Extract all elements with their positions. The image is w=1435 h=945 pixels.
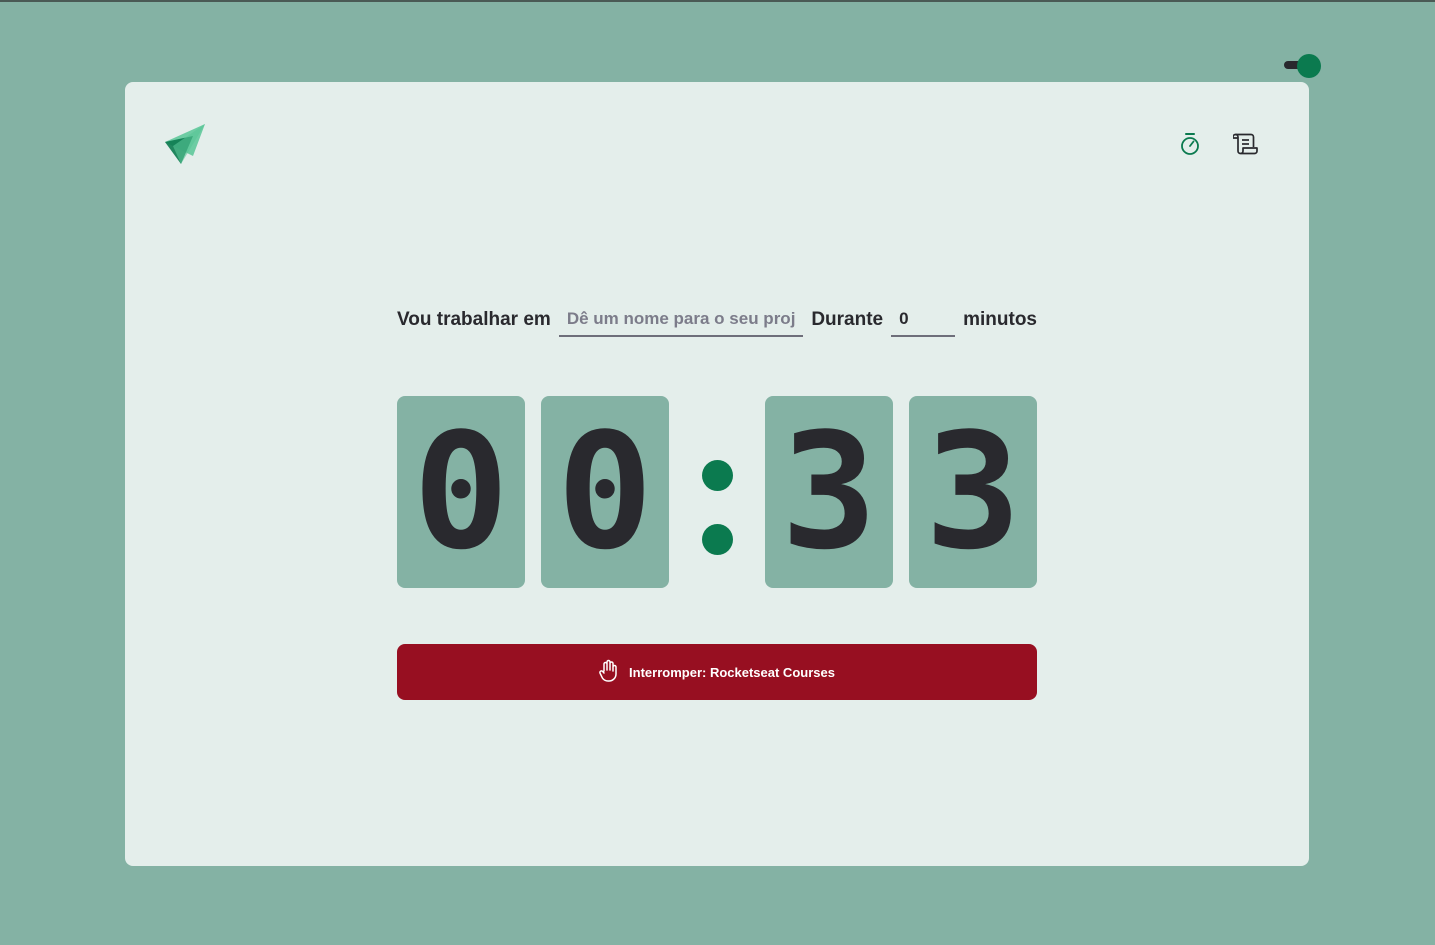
hand-palm-icon <box>599 659 619 686</box>
timer-icon <box>1179 132 1201 161</box>
nav-history-link[interactable] <box>1232 132 1259 161</box>
task-form: Vou trabalhar em Durante minutos <box>397 302 1037 338</box>
toggle-knob <box>1297 54 1321 78</box>
seconds-ones-digit: 3 <box>909 396 1037 588</box>
interrupt-button[interactable]: Interromper: Rocketseat Courses <box>397 644 1037 700</box>
minutes-suffix: minutos <box>963 309 1037 330</box>
nav <box>1177 132 1259 160</box>
countdown: 0 0 3 3 <box>397 396 1037 588</box>
app-card: Vou trabalhar em Durante minutos 0 0 3 3… <box>125 82 1309 866</box>
duration-label: Durante <box>811 309 884 330</box>
logo-icon <box>165 124 207 166</box>
task-input[interactable] <box>558 303 804 337</box>
interrupt-button-label: Interromper: Rocketseat Courses <box>629 664 835 680</box>
seconds-tens-digit: 3 <box>765 396 893 588</box>
countdown-separator <box>669 396 765 588</box>
theme-toggle[interactable] <box>1284 54 1322 78</box>
minutes-tens-digit: 0 <box>397 396 525 588</box>
minutes-input[interactable] <box>891 303 956 337</box>
minutes-ones-digit: 0 <box>541 396 669 588</box>
header <box>165 124 1269 168</box>
task-label: Vou trabalhar em <box>397 309 551 330</box>
nav-timer-link[interactable] <box>1177 132 1203 160</box>
scroll-icon <box>1232 132 1259 161</box>
